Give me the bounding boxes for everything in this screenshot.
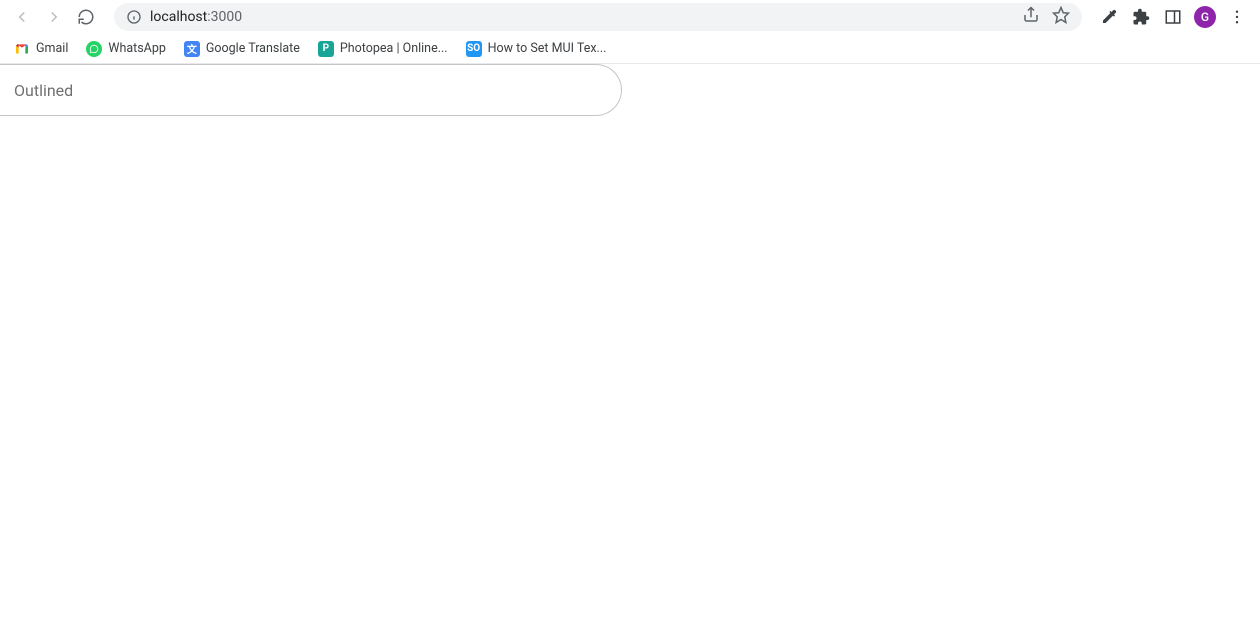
browser-toolbar: localhost:3000 G xyxy=(0,0,1260,34)
bookmark-label: Google Translate xyxy=(206,41,300,56)
avatar-letter: G xyxy=(1201,10,1209,24)
url-host: localhost xyxy=(150,9,207,25)
photopea-icon: P xyxy=(318,41,334,57)
bookmark-star-icon[interactable] xyxy=(1052,6,1070,28)
bookmark-photopea[interactable]: P Photopea | Online... xyxy=(318,41,448,57)
url-text: localhost:3000 xyxy=(150,9,1014,25)
outlined-textfield xyxy=(0,64,622,116)
translate-icon: 文 xyxy=(184,41,200,57)
page-content xyxy=(0,64,1260,116)
share-icon[interactable] xyxy=(1022,6,1040,28)
bookmarks-bar: Gmail WhatsApp 文 Google Translate P Phot… xyxy=(0,34,1260,64)
whatsapp-icon xyxy=(86,41,102,57)
url-port: :3000 xyxy=(207,9,242,25)
eyedropper-icon[interactable] xyxy=(1098,6,1120,28)
reload-icon xyxy=(77,8,95,26)
forward-button[interactable] xyxy=(40,3,68,31)
bookmark-label: Photopea | Online... xyxy=(340,41,448,56)
toolbar-right-icons: G xyxy=(1098,6,1252,28)
bookmark-google-translate[interactable]: 文 Google Translate xyxy=(184,41,300,57)
bookmark-stackoverflow[interactable]: SO How to Set MUI Tex... xyxy=(466,41,607,57)
bookmark-label: Gmail xyxy=(36,41,68,56)
site-info-icon[interactable] xyxy=(126,9,142,25)
stackoverflow-icon: SO xyxy=(466,41,482,57)
profile-avatar[interactable]: G xyxy=(1194,6,1216,28)
arrow-right-icon xyxy=(45,8,63,26)
bookmark-gmail[interactable]: Gmail xyxy=(14,41,68,57)
bookmark-label: WhatsApp xyxy=(108,41,166,56)
outlined-input[interactable] xyxy=(0,64,622,116)
back-button[interactable] xyxy=(8,3,36,31)
arrow-left-icon xyxy=(13,8,31,26)
extensions-icon[interactable] xyxy=(1130,6,1152,28)
address-bar[interactable]: localhost:3000 xyxy=(114,3,1082,31)
gmail-icon xyxy=(14,41,30,57)
menu-icon[interactable] xyxy=(1226,6,1248,28)
reload-button[interactable] xyxy=(72,3,100,31)
panel-icon[interactable] xyxy=(1162,6,1184,28)
bookmark-whatsapp[interactable]: WhatsApp xyxy=(86,41,166,57)
bookmark-label: How to Set MUI Tex... xyxy=(488,41,607,56)
